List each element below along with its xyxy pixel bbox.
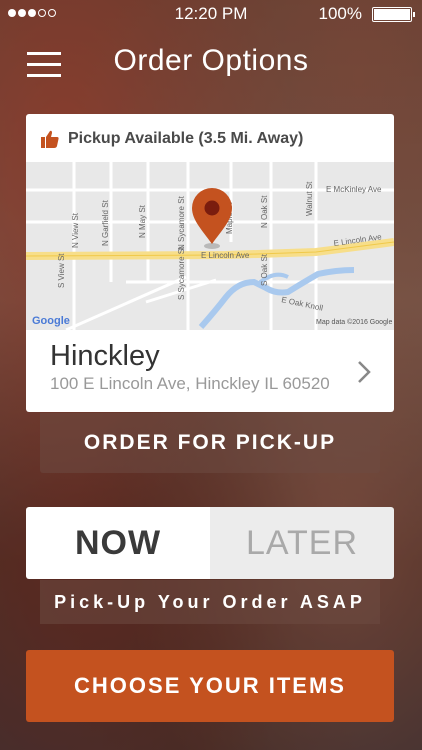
later-option[interactable]: LATER xyxy=(210,507,394,579)
street-label: N View St xyxy=(71,212,80,248)
street-label: E Lincoln Ave xyxy=(201,251,250,260)
google-logo: Google xyxy=(32,315,70,327)
pickup-availability: Pickup Available (3.5 Mi. Away) xyxy=(40,128,303,150)
location-name: Hinckley xyxy=(50,340,160,372)
street-label: N Oak St xyxy=(260,195,269,228)
battery-percent: 100% xyxy=(318,4,362,23)
order-for-pickup-button[interactable]: ORDER FOR PICK-UP xyxy=(40,413,380,473)
page-title: Order Options xyxy=(113,44,309,77)
chevron-right-icon[interactable] xyxy=(356,359,372,385)
status-bar: 12:20 PM 100% xyxy=(0,0,422,28)
street-label: N Garfield St xyxy=(101,199,110,246)
battery-icon xyxy=(372,7,415,22)
map-attribution: Map data ©2016 Google xyxy=(316,318,392,326)
pickup-timing-subtitle: Pick-Up Your Order ASAP xyxy=(40,580,380,624)
location-card[interactable]: Pickup Available (3.5 Mi. Away) E Lincol… xyxy=(26,114,394,412)
street-label: S Sycamore St xyxy=(177,246,186,300)
choose-your-items-button[interactable]: CHOOSE YOUR ITEMS xyxy=(26,650,394,722)
thumbs-up-icon xyxy=(41,130,59,148)
street-label: S Oak St xyxy=(260,253,269,286)
now-option[interactable]: NOW xyxy=(26,507,210,579)
street-label: Walnut St xyxy=(305,181,314,216)
location-map[interactable]: E Lincoln Ave E Lincoln Ave E McKinley A… xyxy=(26,162,394,330)
timing-toggle: NOW LATER xyxy=(26,507,394,579)
street-label: S View St xyxy=(57,253,66,288)
street-label: E McKinley Ave xyxy=(326,185,382,194)
street-label: N May St xyxy=(138,204,147,238)
pickup-status-text: Pickup Available (3.5 Mi. Away) xyxy=(68,130,304,147)
location-address: 100 E Lincoln Ave, Hinckley IL 60520 xyxy=(50,374,330,393)
street-label: N Sycamore St xyxy=(177,195,186,250)
